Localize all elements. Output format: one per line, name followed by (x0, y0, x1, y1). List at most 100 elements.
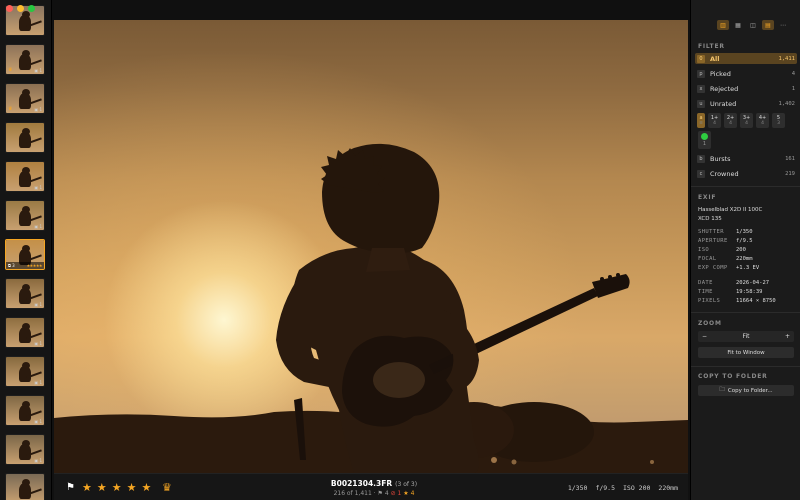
rejected-icon: ⊘ (390, 490, 396, 497)
rating-filter-3+[interactable]: 3+ 4 (740, 113, 753, 128)
rejected-count: 1 (397, 490, 402, 497)
exif-value: 1/350 (736, 228, 753, 235)
filter-unrated[interactable]: u Unrated 1,402 (695, 98, 797, 109)
rating-filter-2+[interactable]: 2+ 4 (724, 113, 737, 128)
rating-filter-1+[interactable]: 1+ 4 (708, 113, 721, 128)
exif-value: 11664 × 8750 (736, 297, 776, 304)
zoom-value[interactable]: Fit (742, 333, 749, 340)
rating-filter-group: a ≡ 1+ 4 2+ 4 3+ 4 4+ 4 5 3 (697, 113, 785, 128)
exif-summary: 1/350 f/9.5 ISO 200 220mm (560, 484, 678, 492)
lens-model: XCD 135 (698, 216, 722, 222)
crown-icon: ♛ (8, 106, 13, 112)
filmstrip[interactable]: ▣ 1 ♛ ▣ 1 ♛ ▣ 1 ▣ 1 ⧉ 3 ★★★★★ ▣ 1 ▣ 1 ▣ 1 ▣ 1 ▣ 1 (0, 0, 52, 500)
exif-value: f/9.5 (736, 237, 753, 244)
filter-rejected[interactable]: x Rejected 1 (695, 83, 797, 94)
burst-badge: ⧉ 3 (8, 263, 15, 268)
star-icon[interactable]: ★ (142, 481, 152, 494)
exif-table-datetime: DATE 2026-04-27 TIME 19:58:39 PIXELS 11664 × … (698, 278, 798, 305)
thumbnail-meta: ▣ 1 (34, 419, 42, 424)
exif-key: FOCAL (698, 255, 717, 262)
star-icon[interactable]: ★ (112, 481, 122, 494)
filter-label: Rejected (710, 84, 739, 93)
zoom-section-title: ZOOM (698, 320, 722, 327)
filter-label: Picked (710, 69, 731, 78)
main-photo[interactable] (54, 20, 688, 473)
rating-filter-count: 3 (777, 121, 780, 126)
exif-value: 19:58:39 (736, 288, 763, 295)
star-icon[interactable]: ★ (97, 481, 107, 494)
rating-key[interactable]: a ≡ (697, 113, 705, 128)
filmstrip-thumbnail[interactable]: ▣ 1 (5, 161, 45, 192)
filmstrip-view-icon[interactable]: ▥ (717, 20, 729, 30)
exif-row: PIXELS 11664 × 8750 (698, 296, 798, 305)
crown-icon[interactable]: ♛ (162, 481, 172, 494)
grid-view-icon[interactable]: ▦ (732, 20, 744, 30)
green-count: 1 (702, 141, 707, 147)
zoom-out-button[interactable]: − (702, 333, 707, 340)
star-icon[interactable]: ★ (82, 481, 92, 494)
folder-icon: 🗀 (719, 387, 725, 393)
sidebar-view-icon[interactable]: ▤ (762, 20, 774, 30)
minimize-window-button[interactable] (17, 5, 24, 12)
copy-to-folder-button[interactable]: 🗀 Copy to Folder... (698, 385, 794, 396)
copy-section-title: COPY TO FOLDER (698, 373, 768, 380)
filmstrip-thumbnail[interactable]: ▣ 1 ♛ (5, 83, 45, 114)
thumbnail-meta: ▣ 1 (34, 68, 42, 73)
thumbnail-meta: ▣ 1 (34, 107, 42, 112)
photo-position: 216 of 1,411 (333, 490, 372, 497)
filmstrip-thumbnail[interactable]: ▣ 1 (5, 434, 45, 465)
exif-value: 200 (736, 246, 746, 253)
zoom-window-button[interactable] (28, 5, 35, 12)
green-label-filter[interactable]: 1 (698, 131, 711, 149)
filter-picked[interactable]: p Picked 4 (695, 68, 797, 79)
thumbnail-meta: ▣ 1 (34, 224, 42, 229)
stars-icon: ★ (403, 490, 409, 497)
window-controls (6, 5, 35, 12)
close-window-button[interactable] (6, 5, 13, 12)
picked-flag-icon: ⚑ (377, 490, 383, 497)
filter-label: Unrated (710, 99, 737, 108)
filter-count: 4 (791, 70, 795, 77)
filmstrip-thumbnail[interactable]: ▣ 1 (5, 395, 45, 426)
shortcut-key: p (697, 69, 705, 78)
shortcut-key: x (697, 84, 705, 93)
rating-filter-5[interactable]: 53 (772, 113, 785, 128)
filmstrip-thumbnail[interactable]: ▣ 1 (5, 278, 45, 309)
filter-bursts[interactable]: b Bursts 161 (695, 153, 797, 164)
more-options-icon[interactable]: ⋯ (777, 20, 789, 30)
filmstrip-thumbnail[interactable]: ▣ 1 ♛ (5, 44, 45, 75)
filmstrip-thumbnail[interactable]: ▣ 1 (5, 200, 45, 231)
exif-value: +1.3 EV (736, 264, 760, 271)
stars-count: 4 (410, 490, 415, 497)
filmstrip-thumbnail[interactable] (5, 473, 45, 500)
exif-section-title: EXIF (698, 194, 717, 201)
shortcut-key: 0 (697, 54, 705, 63)
filter-crowned[interactable]: c Crowned 219 (695, 168, 797, 179)
filter-all[interactable]: 0 All 1,411 (695, 53, 797, 64)
compare-view-icon[interactable]: ◫ (747, 20, 759, 30)
filmstrip-thumbnail[interactable] (5, 122, 45, 153)
view-toggles: ▥ ▦ ◫ ▤ ⋯ (717, 20, 789, 30)
flag-icon[interactable]: ⚑ (66, 482, 75, 493)
right-panel: ▥ ▦ ◫ ▤ ⋯ FILTER a ≡ 1+ 4 2+ 4 3+ 4 4+ 4 5 3 1 EXI… (690, 0, 800, 500)
thumbnail-meta: ▣ 1 (34, 302, 42, 307)
rating-filter-count: 4 (745, 121, 748, 126)
star-icon[interactable]: ★ (127, 481, 137, 494)
star-rating[interactable]: ★ ★ ★ ★ ★ (82, 481, 151, 494)
filter-count: 1 (791, 85, 795, 92)
filmstrip-thumbnail[interactable]: ⧉ 3 ★★★★★ (5, 239, 45, 270)
thumbnail-meta: ▣ 1 (34, 380, 42, 385)
thumbnail-meta: ▣ 1 (34, 458, 42, 463)
thumbnail-meta: ▣ 1 (34, 185, 42, 190)
shortcut-key: b (697, 154, 705, 163)
exif-key: PIXELS (698, 297, 721, 304)
filmstrip-thumbnail[interactable]: ▣ 1 (5, 317, 45, 348)
fit-to-window-button[interactable]: Fit to Window (698, 347, 794, 358)
rating-filter-count: 4 (729, 121, 732, 126)
zoom-in-button[interactable]: + (785, 333, 790, 340)
filmstrip-thumbnail[interactable]: ▣ 1 (5, 356, 45, 387)
rating-filter-4+[interactable]: 4+ 4 (756, 113, 769, 128)
picked-count: 4 (384, 490, 389, 497)
filter-label: All (710, 54, 720, 63)
crown-icon: ♛ (8, 67, 13, 73)
